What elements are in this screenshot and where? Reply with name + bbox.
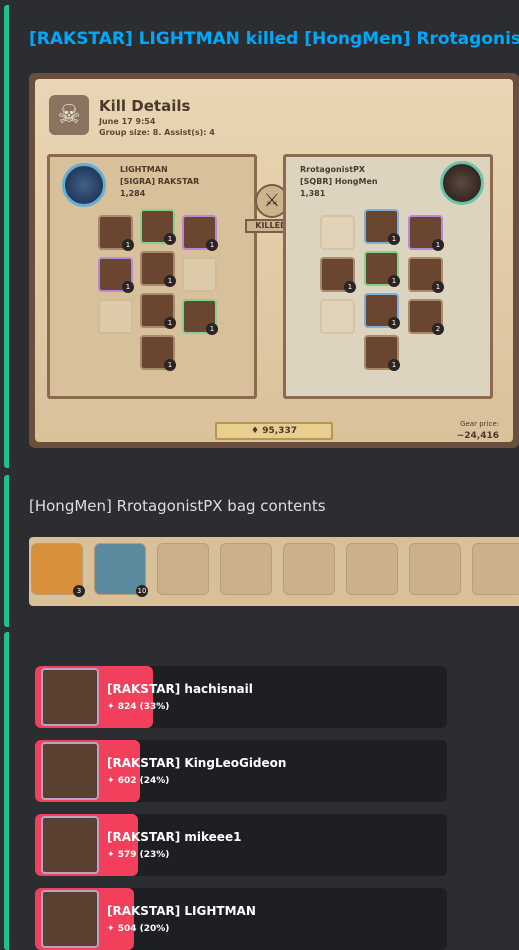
kill-group-info: Group size: 8. Assist(s): 4 — [99, 128, 215, 137]
damage-row: [RAKSTAR] mikeee1 ✦ 579 (23%) — [35, 814, 447, 876]
weapon-icon — [41, 816, 99, 874]
damage-amount: 504 (20%) — [117, 924, 170, 934]
killer-item: 1 — [182, 215, 218, 251]
bag-slot-count: 10 — [136, 585, 148, 597]
victim-guild: [SQBR] HongMen — [300, 177, 378, 186]
bag-slot-empty — [220, 543, 272, 595]
killer-item: 1 — [140, 251, 176, 287]
bag-contents: 3 10 — [29, 537, 519, 606]
damage-row: [RAKSTAR] LIGHTMAN ✦ 504 (20%) — [35, 888, 447, 950]
bag-slot-empty — [346, 543, 398, 595]
damage-player-name: [RAKSTAR] hachisnail — [107, 682, 253, 696]
damage-amount: 824 (33%) — [117, 702, 170, 712]
kill-embed: [RAKSTAR] LIGHTMAN killed [HongMen] Rrot… — [4, 5, 519, 468]
damage-value: ✦ 602 (24%) — [107, 776, 170, 786]
gear-price-label: Gear price: — [460, 420, 499, 428]
killer-avatar — [62, 163, 106, 207]
damage-player-name: [RAKSTAR] mikeee1 — [107, 830, 242, 844]
killer-item: 1 — [182, 299, 218, 335]
kill-details-heading: Kill Details — [99, 97, 191, 115]
bag-slot-empty — [409, 543, 461, 595]
bag-embed: [HongMen] RrotagonistPX bag contents 3 1… — [4, 475, 519, 627]
victim-item-empty — [320, 215, 355, 250]
damage-amount: 602 (24%) — [117, 776, 170, 786]
damage-amount: 579 (23%) — [117, 850, 170, 860]
weapon-icon — [41, 668, 99, 726]
victim-item-power: 1,381 — [300, 189, 326, 198]
victim-item: 1 — [364, 293, 400, 329]
damage-value: ✦ 504 (20%) — [107, 924, 170, 934]
kill-details-card: ☠ Kill Details June 17 9:54 Group size: … — [29, 73, 519, 448]
fame-value: 95,337 — [262, 426, 297, 436]
killer-item-power: 1,284 — [120, 189, 146, 198]
killer-item: 1 — [140, 209, 176, 245]
bag-slot: 10 — [94, 543, 148, 597]
killer-card: LIGHTMAN [SIGRA] RAKSTAR 1,284 1 1 1 1 1… — [47, 154, 257, 399]
killer-item: 1 — [140, 293, 176, 329]
victim-item: 1 — [364, 209, 400, 245]
killer-item: 1 — [98, 215, 134, 251]
killer-item: 1 — [140, 335, 176, 371]
victim-item: 1 — [364, 251, 400, 287]
killer-item: 1 — [98, 257, 134, 293]
damage-row: [RAKSTAR] KingLeoGideon ✦ 602 (24%) — [35, 740, 447, 802]
victim-item: 2 — [408, 299, 444, 335]
killer-name: LIGHTMAN — [120, 165, 168, 174]
bag-slot-empty — [472, 543, 519, 595]
damage-player-name: [RAKSTAR] LIGHTMAN — [107, 904, 256, 918]
skull-icon: ☠ — [49, 95, 89, 135]
killer-item-empty — [98, 299, 133, 334]
killer-item-empty — [182, 257, 217, 292]
bag-slot-empty — [157, 543, 209, 595]
victim-card: RrotagonistPX [SQBR] HongMen 1,381 1 1 1… — [283, 154, 493, 399]
victim-item: 1 — [408, 257, 444, 293]
victim-item: 1 — [408, 215, 444, 251]
kill-card-parchment: ☠ Kill Details June 17 9:54 Group size: … — [35, 79, 513, 442]
bag-slot: 3 — [31, 543, 85, 597]
bag-slot-empty — [283, 543, 335, 595]
bag-title: [HongMen] RrotagonistPX bag contents — [29, 497, 326, 515]
damage-embed: [RAKSTAR] hachisnail ✦ 824 (33%) [RAKSTA… — [4, 632, 519, 950]
weapon-icon — [41, 742, 99, 800]
victim-item: 1 — [364, 335, 400, 371]
victim-item: 1 — [320, 257, 356, 293]
damage-player-name: [RAKSTAR] KingLeoGideon — [107, 756, 287, 770]
kill-date: June 17 9:54 — [99, 117, 156, 126]
damage-row: [RAKSTAR] hachisnail ✦ 824 (33%) — [35, 666, 447, 728]
damage-value: ✦ 579 (23%) — [107, 850, 170, 860]
bag-slot-count: 3 — [73, 585, 85, 597]
victim-item-empty — [320, 299, 355, 334]
gear-price-value: ~24,416 — [456, 431, 499, 441]
kill-embed-title[interactable]: [RAKSTAR] LIGHTMAN killed [HongMen] Rrot… — [29, 29, 519, 49]
weapon-icon — [41, 890, 99, 948]
damage-value: ✦ 824 (33%) — [107, 702, 170, 712]
victim-avatar — [440, 161, 484, 205]
killer-guild: [SIGRA] RAKSTAR — [120, 177, 200, 186]
victim-name: RrotagonistPX — [300, 165, 366, 174]
fame-total: ♦ 95,337 — [215, 422, 333, 440]
